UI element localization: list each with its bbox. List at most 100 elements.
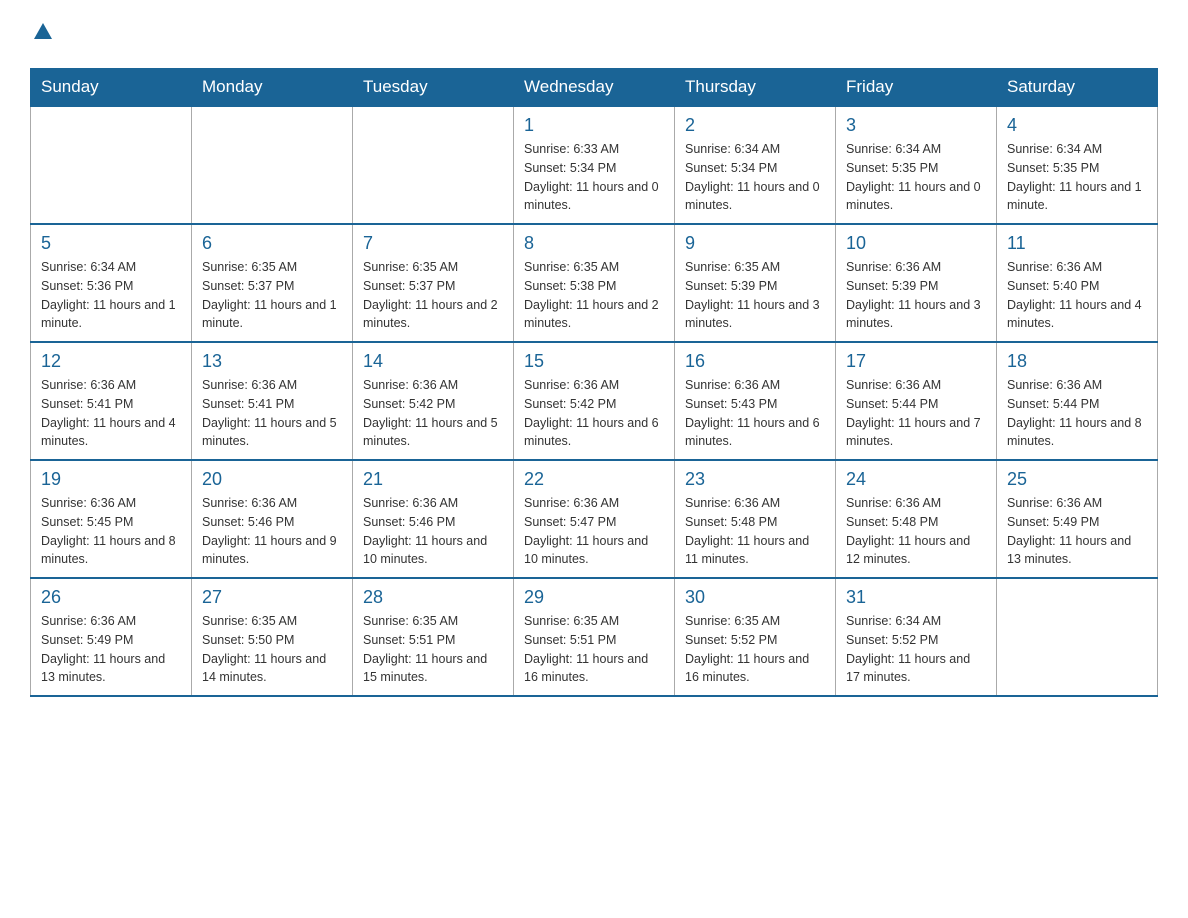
day-info: Sunrise: 6:33 AM Sunset: 5:34 PM Dayligh…	[524, 140, 664, 215]
calendar-cell: 11 Sunrise: 6:36 AM Sunset: 5:40 PM Dayli…	[997, 224, 1158, 342]
calendar-cell: 4 Sunrise: 6:34 AM Sunset: 5:35 PM Daylig…	[997, 106, 1158, 224]
calendar-cell: 31Sunrise: 6:34 AM Sunset: 5:52 PM Dayli…	[836, 578, 997, 696]
day-number: 5	[41, 233, 181, 254]
day-info: Sunrise: 6:36 AM Sunset: 5:40 PM Dayligh…	[1007, 258, 1147, 333]
day-info: Sunrise: 6:36 AM Sunset: 5:44 PM Dayligh…	[1007, 376, 1147, 451]
day-number: 23	[685, 469, 825, 490]
calendar-cell: 22 Sunrise: 6:36 AM Sunset: 5:47 PM Dayli…	[514, 460, 675, 578]
day-number: 11	[1007, 233, 1147, 254]
calendar-cell: 21 Sunrise: 6:36 AM Sunset: 5:46 PM Dayli…	[353, 460, 514, 578]
day-info: Sunrise: 6:36 AM Sunset: 5:48 PM Dayligh…	[846, 494, 986, 569]
day-number: 6	[202, 233, 342, 254]
calendar-cell: 8 Sunrise: 6:35 AM Sunset: 5:38 PM Daylig…	[514, 224, 675, 342]
weekday-header-monday: Monday	[192, 69, 353, 107]
page-header	[30, 20, 1158, 48]
calendar-week-row: 19 Sunrise: 6:36 AM Sunset: 5:45 PM Dayli…	[31, 460, 1158, 578]
calendar-cell: 18 Sunrise: 6:36 AM Sunset: 5:44 PM Dayli…	[997, 342, 1158, 460]
day-number: 19	[41, 469, 181, 490]
day-info: Sunrise: 6:36 AM Sunset: 5:45 PM Dayligh…	[41, 494, 181, 569]
day-info: Sunrise: 6:36 AM Sunset: 5:44 PM Dayligh…	[846, 376, 986, 451]
day-number: 16	[685, 351, 825, 372]
day-info: Sunrise: 6:36 AM Sunset: 5:49 PM Dayligh…	[41, 612, 181, 687]
day-info: Sunrise: 6:35 AM Sunset: 5:39 PM Dayligh…	[685, 258, 825, 333]
day-info: Sunrise: 6:36 AM Sunset: 5:49 PM Dayligh…	[1007, 494, 1147, 569]
calendar-cell: 23 Sunrise: 6:36 AM Sunset: 5:48 PM Dayli…	[675, 460, 836, 578]
day-number: 1	[524, 115, 664, 136]
day-number: 14	[363, 351, 503, 372]
day-info: Sunrise: 6:34 AM Sunset: 5:35 PM Dayligh…	[1007, 140, 1147, 215]
calendar-cell	[192, 106, 353, 224]
calendar-cell: 29 Sunrise: 6:35 AM Sunset: 5:51 PM Dayli…	[514, 578, 675, 696]
day-number: 28	[363, 587, 503, 608]
weekday-header-saturday: Saturday	[997, 69, 1158, 107]
calendar-cell: 16Sunrise: 6:36 AM Sunset: 5:43 PM Dayli…	[675, 342, 836, 460]
logo	[30, 20, 54, 48]
day-info: Sunrise: 6:35 AM Sunset: 5:37 PM Dayligh…	[363, 258, 503, 333]
calendar-cell: 19 Sunrise: 6:36 AM Sunset: 5:45 PM Dayli…	[31, 460, 192, 578]
calendar-cell: 6 Sunrise: 6:35 AM Sunset: 5:37 PM Daylig…	[192, 224, 353, 342]
day-number: 18	[1007, 351, 1147, 372]
calendar-cell: 3 Sunrise: 6:34 AM Sunset: 5:35 PM Daylig…	[836, 106, 997, 224]
calendar-week-row: 1 Sunrise: 6:33 AM Sunset: 5:34 PM Daylig…	[31, 106, 1158, 224]
day-number: 8	[524, 233, 664, 254]
calendar-cell: 10 Sunrise: 6:36 AM Sunset: 5:39 PM Dayli…	[836, 224, 997, 342]
calendar-cell: 24 Sunrise: 6:36 AM Sunset: 5:48 PM Dayli…	[836, 460, 997, 578]
day-number: 3	[846, 115, 986, 136]
calendar-cell: 20 Sunrise: 6:36 AM Sunset: 5:46 PM Dayli…	[192, 460, 353, 578]
day-number: 9	[685, 233, 825, 254]
weekday-header-tuesday: Tuesday	[353, 69, 514, 107]
day-info: Sunrise: 6:36 AM Sunset: 5:48 PM Dayligh…	[685, 494, 825, 569]
day-info: Sunrise: 6:34 AM Sunset: 5:35 PM Dayligh…	[846, 140, 986, 215]
calendar-cell	[353, 106, 514, 224]
day-info: Sunrise: 6:35 AM Sunset: 5:52 PM Dayligh…	[685, 612, 825, 687]
calendar-cell: 5 Sunrise: 6:34 AM Sunset: 5:36 PM Daylig…	[31, 224, 192, 342]
calendar-cell: 9 Sunrise: 6:35 AM Sunset: 5:39 PM Daylig…	[675, 224, 836, 342]
day-info: Sunrise: 6:36 AM Sunset: 5:46 PM Dayligh…	[202, 494, 342, 569]
day-info: Sunrise: 6:36 AM Sunset: 5:46 PM Dayligh…	[363, 494, 503, 569]
day-info: Sunrise: 6:35 AM Sunset: 5:37 PM Dayligh…	[202, 258, 342, 333]
calendar-table: SundayMondayTuesdayWednesdayThursdayFrid…	[30, 68, 1158, 697]
weekday-header-thursday: Thursday	[675, 69, 836, 107]
day-info: Sunrise: 6:36 AM Sunset: 5:39 PM Dayligh…	[846, 258, 986, 333]
day-info: Sunrise: 6:35 AM Sunset: 5:38 PM Dayligh…	[524, 258, 664, 333]
day-number: 4	[1007, 115, 1147, 136]
day-number: 21	[363, 469, 503, 490]
day-number: 10	[846, 233, 986, 254]
day-info: Sunrise: 6:35 AM Sunset: 5:51 PM Dayligh…	[363, 612, 503, 687]
day-number: 24	[846, 469, 986, 490]
weekday-header-sunday: Sunday	[31, 69, 192, 107]
calendar-cell: 7Sunrise: 6:35 AM Sunset: 5:37 PM Daylig…	[353, 224, 514, 342]
day-info: Sunrise: 6:35 AM Sunset: 5:50 PM Dayligh…	[202, 612, 342, 687]
calendar-cell: 14Sunrise: 6:36 AM Sunset: 5:42 PM Dayli…	[353, 342, 514, 460]
day-number: 29	[524, 587, 664, 608]
calendar-cell: 28 Sunrise: 6:35 AM Sunset: 5:51 PM Dayli…	[353, 578, 514, 696]
day-number: 15	[524, 351, 664, 372]
day-number: 2	[685, 115, 825, 136]
day-number: 17	[846, 351, 986, 372]
calendar-cell: 1 Sunrise: 6:33 AM Sunset: 5:34 PM Daylig…	[514, 106, 675, 224]
calendar-cell: 15Sunrise: 6:36 AM Sunset: 5:42 PM Dayli…	[514, 342, 675, 460]
calendar-week-row: 26 Sunrise: 6:36 AM Sunset: 5:49 PM Dayli…	[31, 578, 1158, 696]
logo-triangle-icon	[32, 21, 54, 43]
day-number: 25	[1007, 469, 1147, 490]
day-number: 22	[524, 469, 664, 490]
day-number: 26	[41, 587, 181, 608]
day-number: 20	[202, 469, 342, 490]
day-number: 13	[202, 351, 342, 372]
calendar-week-row: 5 Sunrise: 6:34 AM Sunset: 5:36 PM Daylig…	[31, 224, 1158, 342]
calendar-cell: 12Sunrise: 6:36 AM Sunset: 5:41 PM Dayli…	[31, 342, 192, 460]
day-info: Sunrise: 6:34 AM Sunset: 5:34 PM Dayligh…	[685, 140, 825, 215]
weekday-header-row: SundayMondayTuesdayWednesdayThursdayFrid…	[31, 69, 1158, 107]
calendar-cell: 25 Sunrise: 6:36 AM Sunset: 5:49 PM Dayli…	[997, 460, 1158, 578]
day-number: 31	[846, 587, 986, 608]
calendar-cell	[997, 578, 1158, 696]
day-number: 27	[202, 587, 342, 608]
day-info: Sunrise: 6:34 AM Sunset: 5:36 PM Dayligh…	[41, 258, 181, 333]
day-info: Sunrise: 6:35 AM Sunset: 5:51 PM Dayligh…	[524, 612, 664, 687]
calendar-cell: 30Sunrise: 6:35 AM Sunset: 5:52 PM Dayli…	[675, 578, 836, 696]
calendar-week-row: 12Sunrise: 6:36 AM Sunset: 5:41 PM Dayli…	[31, 342, 1158, 460]
day-info: Sunrise: 6:36 AM Sunset: 5:47 PM Dayligh…	[524, 494, 664, 569]
day-number: 12	[41, 351, 181, 372]
calendar-cell: 26 Sunrise: 6:36 AM Sunset: 5:49 PM Dayli…	[31, 578, 192, 696]
weekday-header-wednesday: Wednesday	[514, 69, 675, 107]
